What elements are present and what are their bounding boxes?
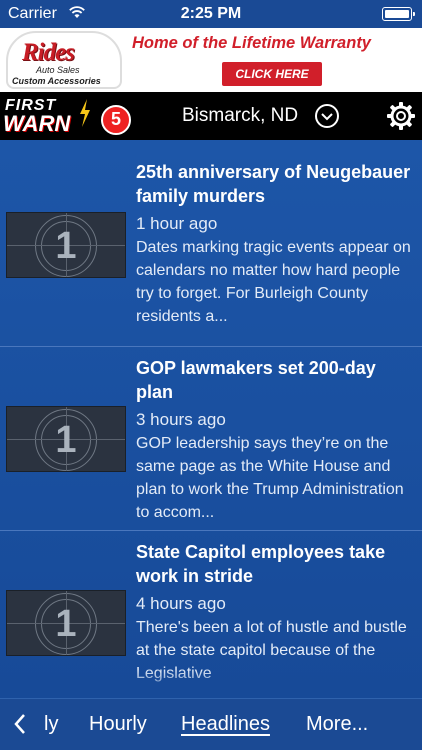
ad-brand-sub1: Auto Sales [36, 65, 80, 75]
news-thumbnail: 1 [6, 212, 126, 278]
channel-badge: 5 [101, 105, 131, 135]
news-title: GOP lawmakers set 200-day plan [136, 358, 376, 402]
ad-click-here-button[interactable]: CLICK HERE [222, 62, 322, 86]
countdown-number: 1 [55, 225, 77, 267]
news-item[interactable]: 1 State Capitol employees take work in s… [0, 531, 422, 698]
ad-logo: Rides Auto Sales Custom Accessories [6, 31, 122, 89]
lightning-bolt-icon [80, 99, 90, 127]
news-summary: There's been a lot of hustle and bustle … [136, 619, 407, 682]
location-label[interactable]: Bismarck, ND [182, 105, 298, 127]
ad-brand-sub2: Custom Accessories [12, 76, 101, 86]
news-time: 4 hours ago [136, 594, 226, 613]
chevron-left-icon[interactable] [10, 711, 30, 737]
clock: 2:25 PM [180, 5, 242, 22]
news-time: 3 hours ago [136, 410, 226, 429]
first-warn-logo: FIRST WARN 5 [3, 97, 133, 136]
ad-brand: Rides [22, 39, 75, 66]
news-title: 25th anniversary of Neugebauer family mu… [136, 162, 411, 206]
countdown-number: 1 [55, 603, 77, 645]
news-item[interactable]: 1 25th anniversary of Neugebauer family … [0, 140, 422, 347]
news-list[interactable]: 1 25th anniversary of Neugebauer family … [0, 140, 422, 698]
ad-banner[interactable]: Rides Auto Sales Custom Accessories Home… [0, 28, 422, 92]
nav-item-more[interactable]: More... [306, 713, 368, 736]
app-header: FIRST WARN 5 Bismarck, ND [0, 92, 422, 140]
news-thumbnail: 1 [6, 406, 126, 472]
battery-icon [382, 7, 415, 21]
chevron-down-icon[interactable] [315, 104, 339, 128]
status-bar: Carrier 2:25 PM [0, 0, 422, 28]
nav-item-partial[interactable]: ly [44, 713, 58, 736]
channel-number: 5 [110, 109, 121, 129]
bottom-nav: ly Hourly Headlines More... [0, 698, 422, 750]
news-time: 1 hour ago [136, 214, 218, 233]
countdown-number: 1 [55, 419, 77, 461]
news-title: State Capitol employees take work in str… [136, 542, 386, 586]
logo-line2: WARN [3, 111, 71, 136]
news-item[interactable]: 1 GOP lawmakers set 200-day plan 3 hours… [0, 347, 422, 531]
nav-item-hourly[interactable]: Hourly [89, 713, 147, 736]
news-thumbnail: 1 [6, 590, 126, 656]
ad-headline: Home of the Lifetime Warranty [132, 34, 371, 52]
news-summary: Dates marking tragic events appear on ca… [136, 239, 411, 325]
nav-item-headlines[interactable]: Headlines [181, 713, 270, 736]
gear-icon[interactable] [386, 101, 416, 131]
news-summary: GOP leadership says they’re on the same … [136, 435, 404, 521]
